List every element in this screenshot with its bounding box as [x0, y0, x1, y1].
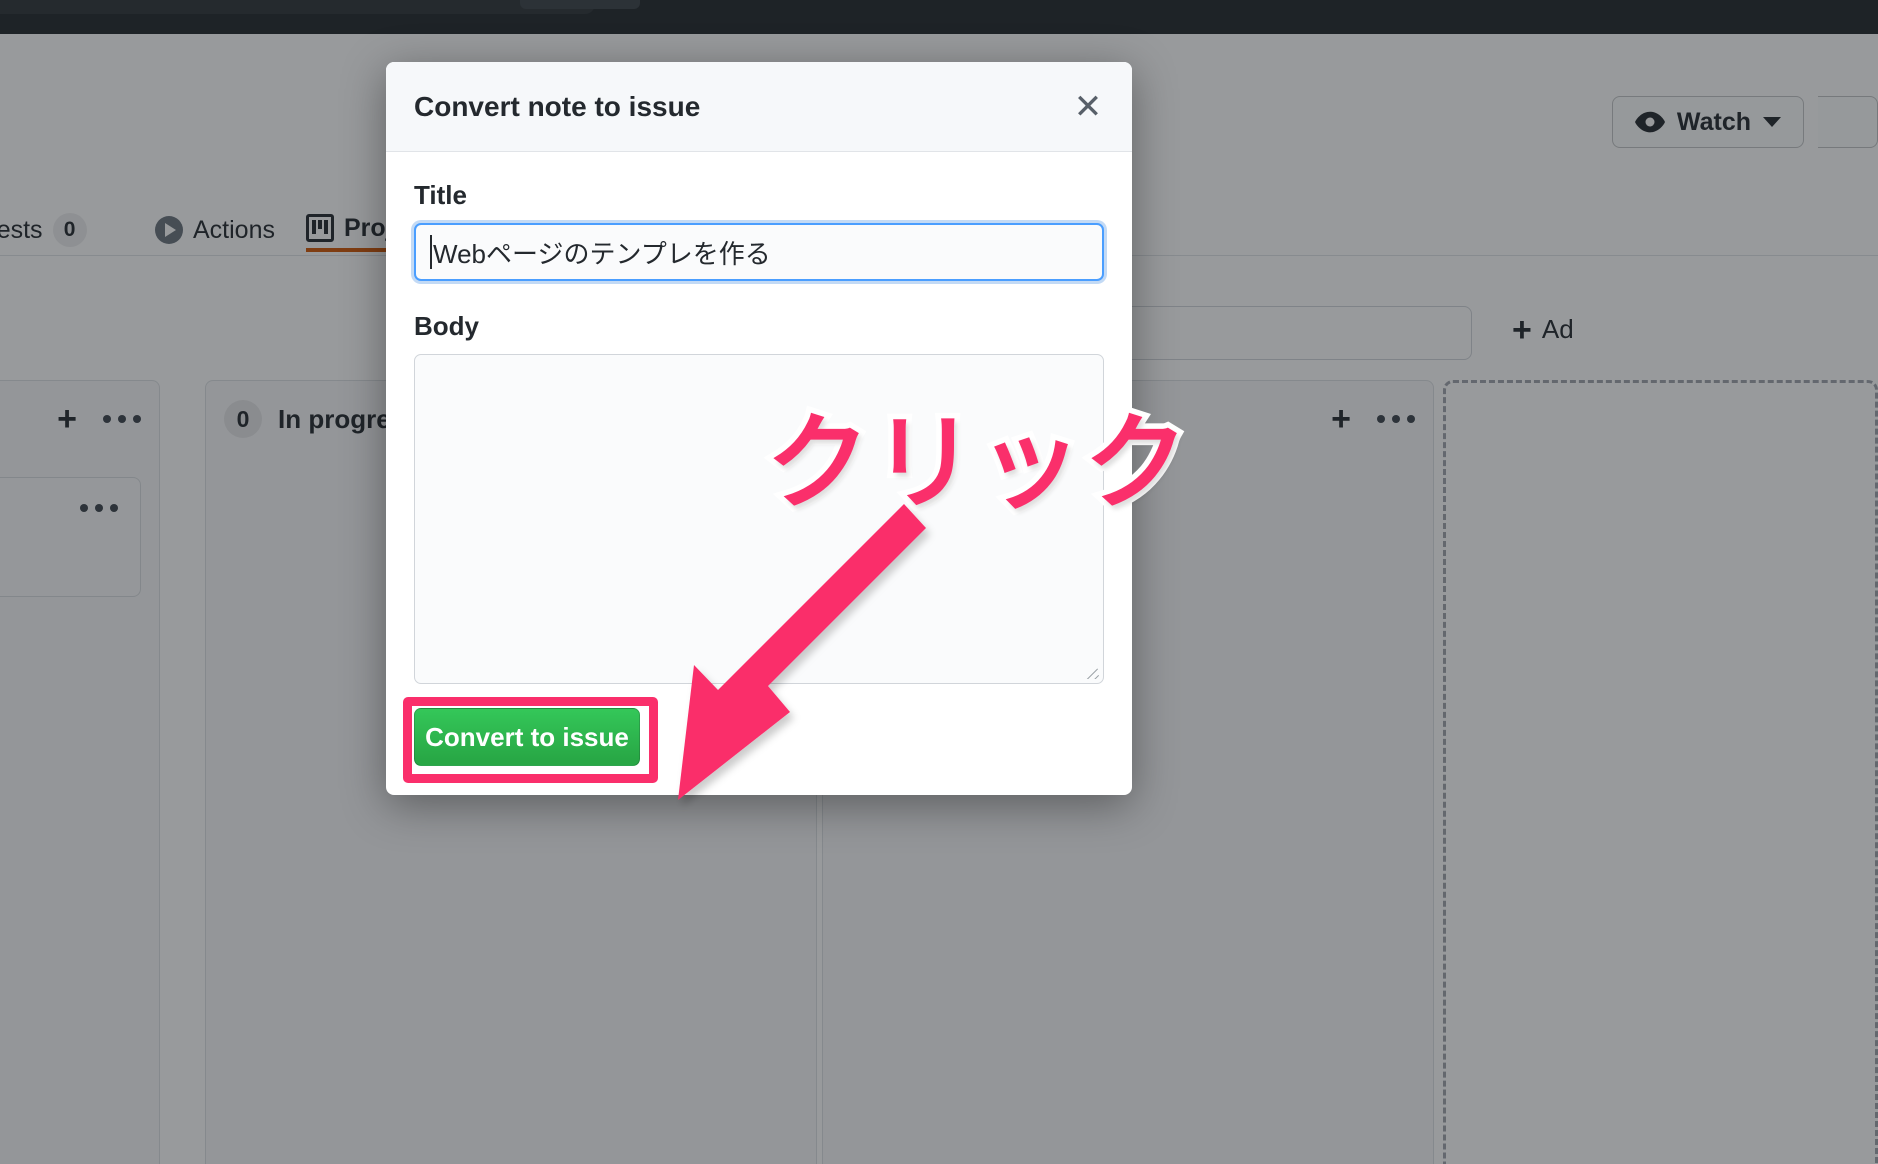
dialog-title: Convert note to issue	[414, 90, 701, 122]
title-input[interactable]: Webページのテンプレを作る	[414, 223, 1104, 281]
body-field-label: Body	[414, 311, 479, 341]
resize-handle-icon[interactable]	[1083, 663, 1099, 679]
annotation-arrow	[678, 504, 926, 800]
title-field-label: Title	[414, 180, 467, 210]
convert-to-issue-button[interactable]: Convert to issue	[414, 708, 640, 766]
title-input-value: Webページのテンプレを作る	[433, 238, 771, 269]
text-cursor	[430, 235, 432, 269]
dialog-header: Convert note to issue ✕	[386, 62, 1132, 152]
close-icon[interactable]: ✕	[1066, 85, 1110, 129]
